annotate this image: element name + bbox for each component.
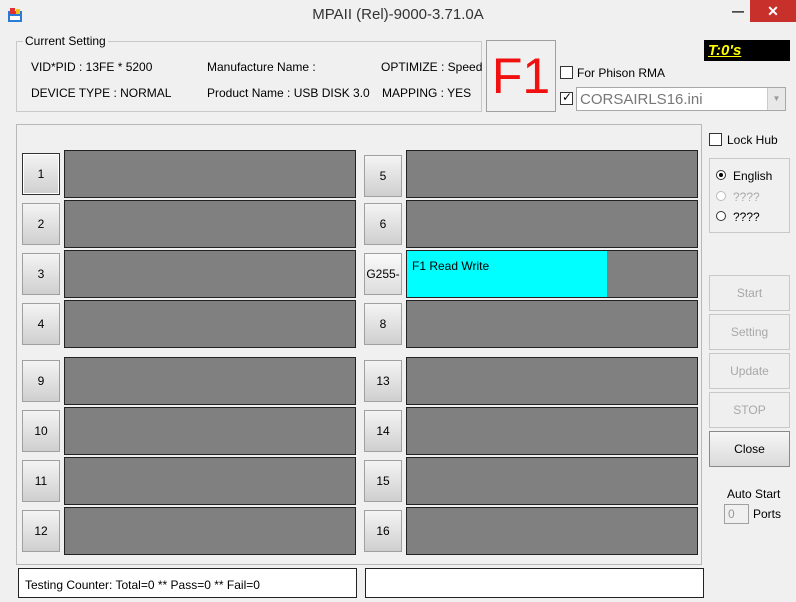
status-message-box [365, 568, 704, 598]
lock-hub-label[interactable]: Lock Hub [727, 133, 778, 147]
close-window-button[interactable]: ✕ [750, 0, 796, 22]
language-label-3[interactable]: ???? [733, 210, 760, 224]
stop-button[interactable]: STOP [709, 392, 790, 428]
port-button-9[interactable]: 9 [22, 360, 60, 402]
port-button-14[interactable]: 14 [364, 410, 402, 452]
mapping-text: MAPPING : YES [382, 86, 472, 100]
language-radio-3[interactable] [716, 211, 726, 221]
current-setting-group: Current Setting [16, 34, 482, 112]
port-button-11[interactable]: 11 [22, 460, 60, 502]
port-button-7[interactable]: G255-7 [364, 253, 402, 321]
ports-label: Ports [753, 507, 782, 521]
auto-start-label: Auto Start [727, 487, 781, 501]
optimize-text: OPTIMIZE : Speed [381, 60, 483, 74]
port-status-3 [64, 250, 356, 298]
current-setting-label: Current Setting [23, 34, 108, 48]
language-label-english[interactable]: English [733, 169, 772, 183]
port-status-11 [64, 457, 356, 505]
setting-button[interactable]: Setting [709, 314, 790, 350]
port-status-1 [64, 150, 356, 198]
port-button-16[interactable]: 16 [364, 510, 402, 552]
port-button-13[interactable]: 13 [364, 360, 402, 402]
product-name-text: Product Name : USB DISK 3.0 [207, 86, 370, 100]
port-status-14 [406, 407, 698, 455]
port-status-13 [406, 357, 698, 405]
port-status-text-7: F1 Read Write [412, 259, 490, 273]
lock-hub-checkbox[interactable] [709, 133, 722, 146]
language-radio-english[interactable] [716, 170, 726, 180]
timer-text: T:0's [708, 42, 742, 59]
ini-file-value: CORSAIRLS16.ini [580, 91, 703, 108]
for-phison-rma-label[interactable]: For Phison RMA [577, 66, 665, 80]
port-status-6 [406, 200, 698, 248]
mode-display-text: F1 [491, 48, 551, 104]
ini-file-select[interactable]: CORSAIRLS16.ini ▼ [576, 87, 786, 111]
progress-fill [407, 251, 608, 297]
testing-counter-text: Testing Counter: Total=0 ** Pass=0 ** Fa… [25, 578, 260, 592]
port-button-4[interactable]: 4 [22, 303, 60, 345]
minimize-button[interactable]: — [723, 0, 753, 22]
port-status-8 [406, 300, 698, 348]
port-button-8[interactable]: 8 [364, 303, 402, 345]
port-status-9 [64, 357, 356, 405]
device-type-text: DEVICE TYPE : NORMAL [31, 86, 172, 100]
vid-pid-text: VID*PID : 13FE * 5200 [31, 60, 153, 74]
port-status-16 [406, 507, 698, 555]
window-title: MPAII (Rel)-9000-3.71.0A [312, 6, 484, 23]
port-button-3[interactable]: 3 [22, 253, 60, 295]
port-button-1[interactable]: 1 [22, 153, 60, 195]
title-bar: MPAII (Rel)-9000-3.71.0A — ✕ [0, 0, 796, 30]
port-button-12[interactable]: 12 [22, 510, 60, 552]
language-radio-2 [716, 191, 726, 201]
testing-counter-box: Testing Counter: Total=0 ** Pass=0 ** Fa… [18, 568, 357, 598]
chevron-down-icon[interactable]: ▼ [767, 88, 785, 110]
auto-start-ports-input[interactable]: 0 [724, 504, 749, 524]
start-button[interactable]: Start [709, 275, 790, 311]
port-button-6[interactable]: 6 [364, 203, 402, 245]
language-label-2: ???? [733, 190, 760, 204]
port-status-10 [64, 407, 356, 455]
port-button-2[interactable]: 2 [22, 203, 60, 245]
update-button[interactable]: Update [709, 353, 790, 389]
mode-display: F1 [486, 40, 556, 112]
port-status-2 [64, 200, 356, 248]
ini-file-checkbox[interactable] [560, 90, 573, 105]
port-status-4 [64, 300, 356, 348]
port-button-15[interactable]: 15 [364, 460, 402, 502]
timer-display: T:0's [704, 40, 790, 61]
port-button-10[interactable]: 10 [22, 410, 60, 452]
port-status-5 [406, 150, 698, 198]
manufacture-name-text: Manufacture Name : [207, 60, 316, 74]
port-status-12 [64, 507, 356, 555]
port-status-15 [406, 457, 698, 505]
port-button-5[interactable]: 5 [364, 155, 402, 197]
for-phison-rma-checkbox[interactable] [560, 66, 573, 79]
close-button[interactable]: Close [709, 431, 790, 467]
port-status-7: F1 Read Write [406, 250, 698, 298]
